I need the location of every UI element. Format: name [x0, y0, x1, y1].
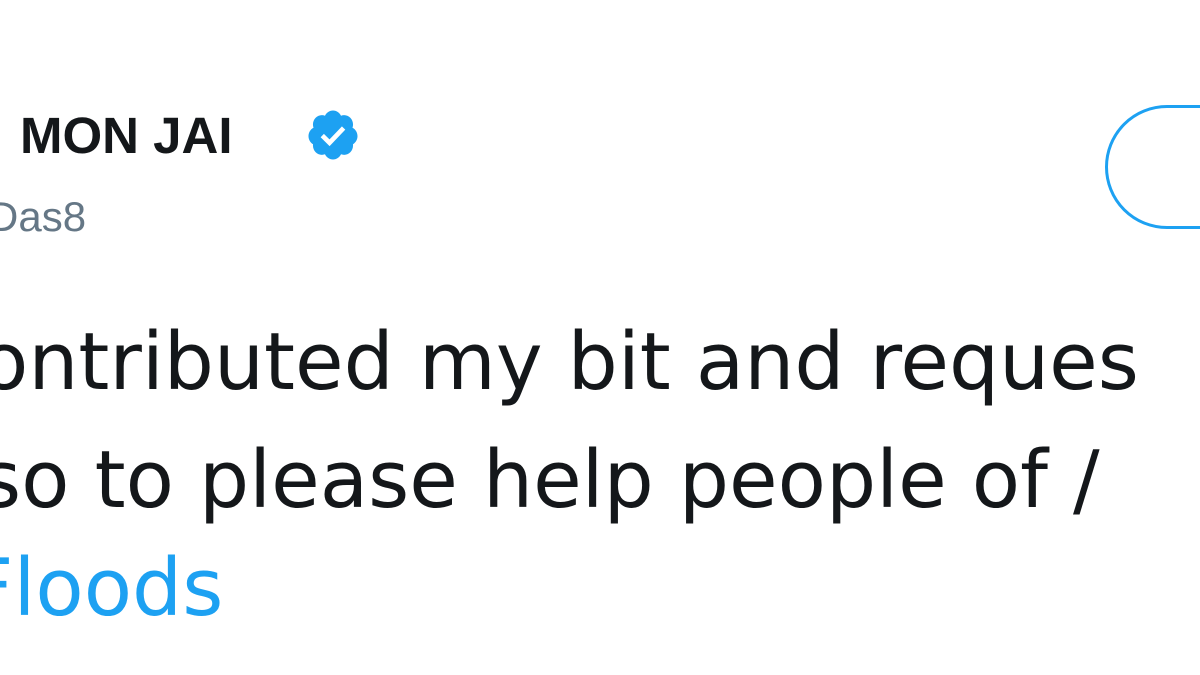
hashtag-link[interactable]: Floods: [0, 540, 223, 636]
verified-badge-icon: [308, 110, 358, 160]
tweet-text-line-1: ontributed my bit and reques: [0, 316, 1139, 408]
follow-button[interactable]: [1105, 105, 1200, 229]
author-handle[interactable]: Das8: [0, 192, 86, 242]
tweet-text-line-2: so to please help people of /: [0, 434, 1100, 526]
author-display-name[interactable]: MON JAI: [20, 106, 233, 166]
tweet-card: MON JAI Das8 ontributed my bit and reque…: [0, 0, 1200, 675]
